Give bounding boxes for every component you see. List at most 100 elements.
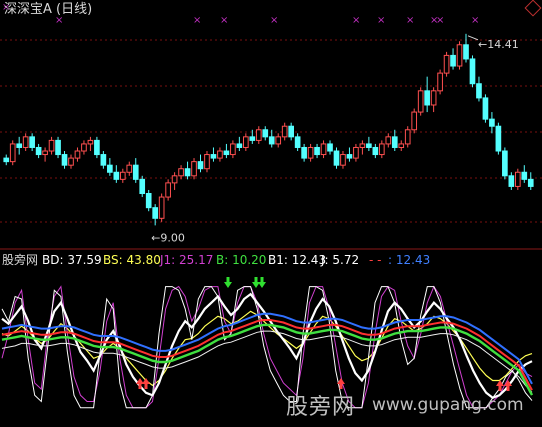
candle-body [514,171,521,187]
candle-body [100,154,107,166]
candle-body [74,150,81,159]
indicator-j: J: 5.72 [321,253,360,267]
signal-marker-icon: × [193,15,201,26]
candle-body [132,164,139,180]
candle-body [210,154,217,159]
candle-body [171,175,178,184]
candle-body [236,143,243,148]
sell-arrow-icon [224,277,232,288]
candle-body [22,136,29,148]
signal-marker-icon: × [377,15,385,26]
candle-body [48,139,55,152]
signal-marker-icon: × [352,15,360,26]
high-arrow-icon [467,35,479,41]
candle-body [113,171,120,180]
candle-body [469,58,476,85]
indicator-b: B: 10.20 [216,253,267,267]
candle-body [294,136,301,148]
candle-body [35,146,42,156]
candle-body [372,146,379,156]
candle-body [521,171,528,180]
chart-window: { "header": { "title": "深深宝A (日线)", "hig… [0,0,542,427]
candle-body [139,178,146,195]
indicator-name: 股旁网 [2,253,39,267]
candle-body [16,143,23,148]
candle-body [463,44,469,60]
candle-body [333,150,340,166]
high-label: ←14.41 [478,38,519,51]
signal-marker-icon: × [471,15,479,26]
candle-body [126,164,133,173]
candle-body [450,54,456,67]
candle-body [508,175,515,187]
candle-body [243,136,249,148]
candle-body [29,136,35,148]
buy-arrow-icon [142,378,150,389]
candle-body [430,90,437,106]
watermark-url: www.gupang.com [372,395,524,415]
candle-body [107,164,113,173]
candle-body [398,143,405,148]
chart-title: 深深宝A (日线) [4,2,93,17]
candle-body [230,143,236,156]
signal-marker-icon: × [436,15,444,26]
candle-body [340,154,346,166]
candle-body [391,136,398,148]
candle-body [385,136,392,145]
candle-body [404,129,411,145]
candle-body [502,150,508,177]
candle-body [184,168,191,177]
candle-body [437,72,443,92]
candle-body [424,90,430,106]
candle-body [353,146,359,159]
candle-body [527,178,534,187]
candle-body [268,136,275,145]
indicator-bs: BS: 43.80 [103,253,161,267]
candle-body [443,54,450,74]
candle-body [314,146,320,156]
candle-body [178,168,184,177]
candle-body [87,139,94,145]
candle-body [255,129,262,141]
watermark-cn: 股旁网 [286,395,356,420]
candle-body [249,136,256,141]
candle-body [495,125,502,152]
candle-body [482,97,489,120]
candle-body [489,118,495,127]
indicator-bd: BD: 37.59 [42,253,102,267]
indicator-j1: J1: 25.17 [160,253,214,267]
candle-body [145,193,152,209]
candle-body [281,125,288,138]
candle-body [191,161,197,177]
candle-body [346,154,353,159]
candle-body [42,150,48,156]
candle-body [3,157,10,163]
candle-body [223,150,230,156]
candle-body [158,196,165,219]
candle-body [476,83,482,99]
candle-body [165,182,171,198]
candle-body [417,90,424,113]
candle-body [456,44,463,67]
signal-marker-icon: × [270,15,278,26]
candle-body [55,139,61,156]
candle-body [197,161,204,170]
sell-arrow-icon [258,277,266,288]
indicator-line-bs [1,310,533,387]
candle-body [204,154,210,170]
signal-marker-icon: × [220,15,228,26]
low-label: ←9.00 [151,231,185,244]
indicator-last: : 12.43 [388,253,431,267]
signal-marker-icon: × [406,15,414,26]
candle-body [288,125,294,138]
candle-body [301,146,307,159]
kline-chart: ←14.41←9.00×× × × × × × × ×× × [0,2,542,409]
candle-body [378,143,385,156]
candle-body [275,136,282,145]
candle-body [366,143,372,148]
candle-body [94,139,100,156]
indicator-b1: B1: 12.43 [268,253,327,267]
candle-body [81,143,87,152]
candle-body [327,143,333,152]
candle-body [359,143,366,148]
